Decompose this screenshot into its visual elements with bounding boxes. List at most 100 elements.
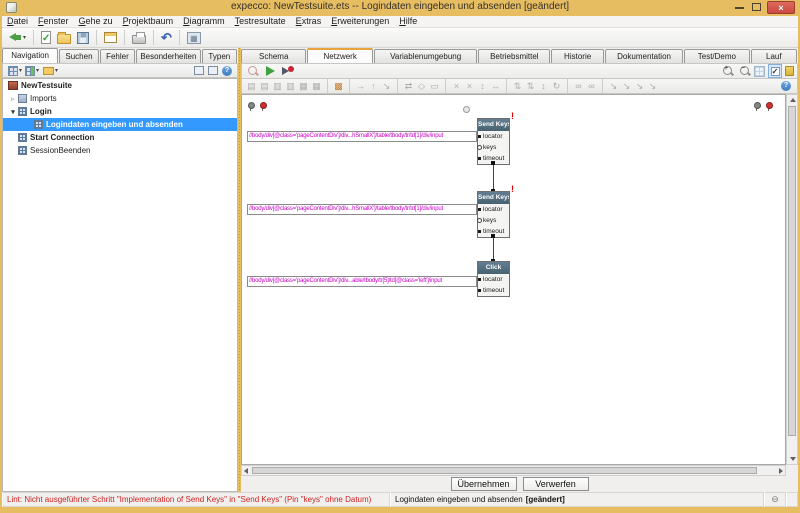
- save-button[interactable]: [74, 29, 92, 47]
- diagram-tool-icon[interactable]: ∞: [585, 80, 598, 93]
- diagram-tool-icon[interactable]: ↕: [476, 80, 489, 93]
- diagram-tool-icon[interactable]: ×: [450, 80, 463, 93]
- network-canvas[interactable]: Send Keys locator keys timeout ! //body/…: [241, 94, 786, 465]
- zoom-in-icon[interactable]: +: [723, 66, 734, 77]
- maximize-icon[interactable]: [752, 3, 761, 11]
- new-compound-dropdown-icon[interactable]: ▾: [36, 67, 39, 74]
- scroll-right-icon[interactable]: [779, 468, 783, 474]
- diagram-help-icon[interactable]: ?: [781, 81, 791, 91]
- accept-button[interactable]: ✓: [38, 29, 54, 47]
- tab-test-demo[interactable]: Test/Demo: [684, 49, 749, 63]
- tab-lauf[interactable]: Lauf: [751, 49, 797, 63]
- scroll-left-icon[interactable]: [244, 468, 248, 474]
- diagram-tool-icon[interactable]: ▤: [245, 80, 258, 93]
- tree-row-logindaten[interactable]: Logindaten eingeben und absenden: [3, 118, 237, 131]
- tab-variablenumgebung[interactable]: Variablenumgebung: [374, 49, 478, 63]
- diagram-tool-icon[interactable]: ▤: [258, 80, 271, 93]
- back-button[interactable]: ▾: [6, 29, 29, 47]
- menu-diagramm[interactable]: Diagramm: [178, 16, 230, 27]
- diagram-tool-icon[interactable]: ↘: [607, 80, 620, 93]
- menu-testresultate[interactable]: Testresultate: [230, 16, 291, 27]
- menu-projektbaum[interactable]: Projektbaum: [118, 16, 179, 27]
- xpath-label-2[interactable]: //body/div[@class='pageContentDiv']/div.…: [247, 204, 477, 215]
- new-folder-icon[interactable]: [43, 67, 54, 75]
- menu-gehe-zu[interactable]: Gehe zu: [74, 16, 118, 27]
- horizontal-scrollbar[interactable]: [241, 465, 786, 476]
- tree-row-sessionbeenden[interactable]: SessionBeenden: [3, 144, 237, 157]
- diagram-tool-icon[interactable]: ↔: [489, 80, 502, 93]
- pin-locator[interactable]: locator: [478, 131, 509, 142]
- pin-red-icon[interactable]: [765, 102, 773, 111]
- pin-gray-icon[interactable]: [247, 102, 255, 111]
- new-folder-dropdown-icon[interactable]: ▾: [55, 67, 58, 74]
- expander-expanded-icon[interactable]: ▾: [9, 108, 17, 116]
- diagram-tool-icon[interactable]: ▩: [332, 80, 345, 93]
- tree-row-root[interactable]: NewTestsuite: [3, 79, 237, 92]
- debug-run-icon[interactable]: [282, 66, 294, 77]
- diagram-tool-icon[interactable]: ↘: [646, 80, 659, 93]
- pin-keys[interactable]: keys: [478, 142, 509, 153]
- edge-tool-icon[interactable]: [785, 66, 794, 76]
- node-send-keys-2[interactable]: Send Keys locator keys timeout: [477, 191, 510, 238]
- pin-keys[interactable]: keys: [478, 215, 509, 226]
- new-action-icon[interactable]: [8, 66, 18, 76]
- diagram-tool-icon[interactable]: ↘: [620, 80, 633, 93]
- new-window-button[interactable]: [101, 29, 120, 47]
- close-button[interactable]: ×: [767, 1, 795, 14]
- diagram-tool-icon[interactable]: ▭: [428, 80, 441, 93]
- tab-betriebsmittel[interactable]: Betriebsmittel: [478, 49, 550, 63]
- scroll-down-icon[interactable]: [790, 457, 796, 461]
- tab-schema[interactable]: Schema: [241, 49, 306, 63]
- diagram-tool-icon[interactable]: ⇅: [511, 80, 524, 93]
- tab-besonderheiten[interactable]: Besonderheiten: [136, 49, 201, 63]
- expander-collapsed-icon[interactable]: ▹: [9, 95, 17, 103]
- pin-red-icon[interactable]: [259, 102, 267, 111]
- scrollbar-thumb[interactable]: [788, 106, 796, 436]
- tree-row-imports[interactable]: ▹ Imports: [3, 92, 237, 105]
- menu-datei[interactable]: Datei: [2, 16, 33, 27]
- settings-button[interactable]: ▦: [184, 29, 204, 47]
- xpath-label-1[interactable]: //body/div[@class='pageContentDiv']/div.…: [247, 131, 477, 142]
- view-split-icon[interactable]: [208, 66, 218, 75]
- new-action-dropdown-icon[interactable]: ▾: [19, 67, 22, 74]
- pin-timeout[interactable]: timeout: [478, 285, 509, 296]
- tab-fehler[interactable]: Fehler: [100, 49, 135, 63]
- apply-button[interactable]: Übernehmen: [451, 477, 517, 491]
- pin-locator[interactable]: locator: [478, 204, 509, 215]
- tab-netzwerk[interactable]: Netzwerk: [307, 48, 372, 63]
- diagram-tool-icon[interactable]: ∞: [572, 80, 585, 93]
- tree-row-start-connection[interactable]: Start Connection: [3, 131, 237, 144]
- diagram-tool-icon[interactable]: →: [354, 80, 367, 93]
- diagram-tool-icon[interactable]: ▥: [271, 80, 284, 93]
- diagram-tool-icon[interactable]: ↘: [380, 80, 393, 93]
- grid-toggle-icon[interactable]: [754, 66, 765, 77]
- diagram-tool-icon[interactable]: ↘: [633, 80, 646, 93]
- tab-navigation[interactable]: Navigation: [2, 48, 58, 63]
- vertical-scrollbar[interactable]: [786, 94, 798, 465]
- tree-row-login[interactable]: ▾ Login: [3, 105, 237, 118]
- diagram-tool-icon[interactable]: ▥: [284, 80, 297, 93]
- scrollbar-thumb[interactable]: [252, 467, 757, 474]
- menu-hilfe[interactable]: Hilfe: [394, 16, 422, 27]
- pin-locator[interactable]: locator: [478, 274, 509, 285]
- back-dropdown-icon[interactable]: ▾: [23, 34, 26, 41]
- tab-typen[interactable]: Typen: [202, 49, 237, 63]
- diagram-tool-icon[interactable]: ▦: [297, 80, 310, 93]
- minimize-icon[interactable]: [735, 7, 744, 9]
- node-send-keys-1[interactable]: Send Keys locator keys timeout: [477, 118, 510, 165]
- diagram-tool-icon[interactable]: ▦: [310, 80, 323, 93]
- run-icon[interactable]: [266, 66, 275, 76]
- diagram-tool-icon[interactable]: ⇄: [402, 80, 415, 93]
- tab-dokumentation[interactable]: Dokumentation: [605, 49, 683, 63]
- diagram-tool-icon[interactable]: ⇅: [524, 80, 537, 93]
- tab-suchen[interactable]: Suchen: [59, 49, 99, 63]
- menu-extras[interactable]: Extras: [291, 16, 327, 27]
- new-compound-icon[interactable]: [25, 66, 35, 76]
- start-connector-icon[interactable]: [463, 106, 470, 113]
- autoconnect-toggle[interactable]: ✓: [768, 64, 782, 78]
- view-copy-icon[interactable]: [194, 66, 204, 75]
- zoom-out-icon[interactable]: −: [740, 66, 751, 77]
- node-click[interactable]: Click locator timeout: [477, 261, 510, 297]
- diagram-tool-icon[interactable]: ↕: [537, 80, 550, 93]
- diagram-tool-icon[interactable]: ↻: [550, 80, 563, 93]
